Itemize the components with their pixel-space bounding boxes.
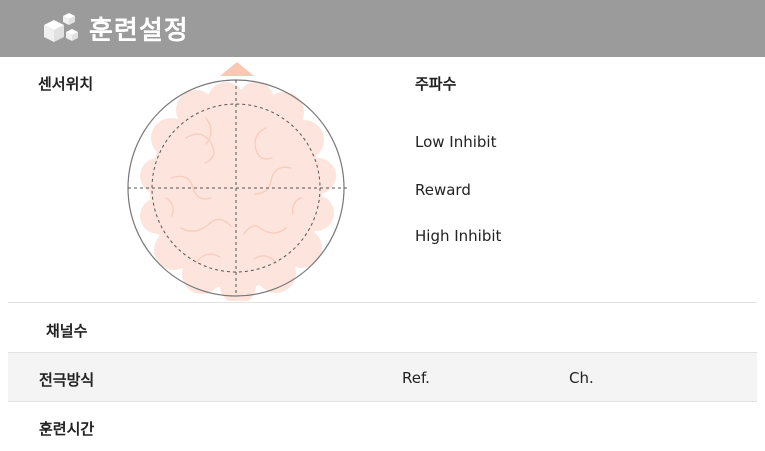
- training-time-label: 훈련시간: [39, 420, 95, 438]
- app-header: 훈련설정: [0, 0, 765, 57]
- nose-marker: [220, 62, 254, 76]
- electrode-method-label: 전극방식: [39, 371, 95, 389]
- reward-label: Reward: [415, 181, 471, 199]
- channel-count-label: 채널수: [46, 322, 88, 340]
- cubes-icon: [44, 13, 78, 42]
- sensor-head-map[interactable]: [126, 58, 349, 304]
- training-time-row: 훈련시간: [8, 402, 757, 451]
- low-inhibit-label: Low Inhibit: [415, 133, 497, 151]
- frequency-label: 주파수: [415, 75, 457, 93]
- page-title: 훈련설정: [89, 16, 189, 46]
- channel-count-row: 채널수: [8, 303, 757, 352]
- brain-illustration: [140, 82, 336, 304]
- ref-label: Ref.: [402, 369, 430, 387]
- electrode-method-row: 전극방식 Ref. Ch.: [8, 352, 757, 402]
- sensor-position-label: 센서위치: [38, 75, 94, 93]
- ch-label: Ch.: [569, 369, 594, 387]
- high-inhibit-label: High Inhibit: [415, 227, 502, 245]
